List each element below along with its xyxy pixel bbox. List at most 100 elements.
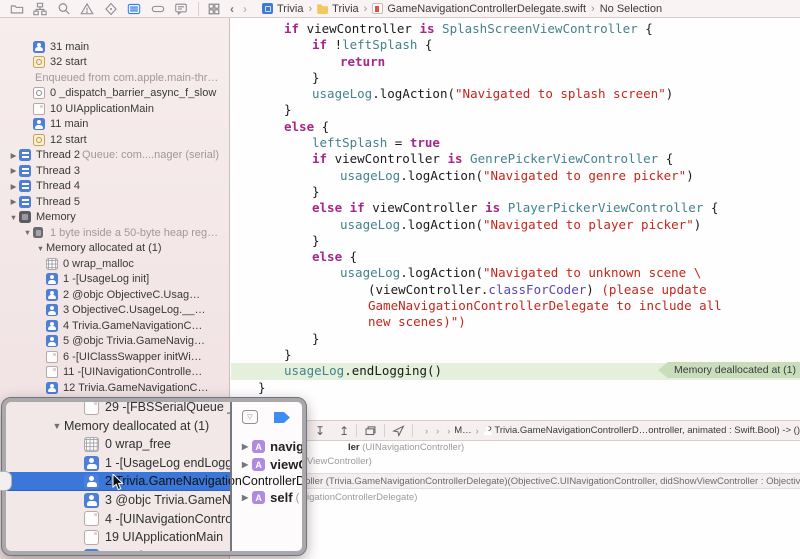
jump-bar-memory-item[interactable]: M… <box>454 425 471 436</box>
deallocated-frame-row[interactable]: 3 @objc Trivia.GameNavig… <box>6 491 230 510</box>
debug-navigator-row[interactable]: 1 -[UsageLog init] <box>0 272 229 288</box>
frame-label: Thread 4 <box>36 180 80 192</box>
project-navigator-icon[interactable] <box>9 1 24 16</box>
debug-navigator-row[interactable]: 12 start <box>0 132 229 148</box>
debug-navigator-icon[interactable] <box>127 1 142 16</box>
frame-label: 5 @objc Trivia.GameNavig… <box>63 335 205 347</box>
frame-sublabel: Enqueued from com.apple.main-thr… <box>35 72 218 84</box>
frame-label: 10 UIApplicationMain <box>50 103 154 115</box>
debug-navigator-row[interactable]: 31 main <box>0 39 229 55</box>
deallocated-frame-row[interactable]: 19 UIApplicationMain <box>6 528 230 547</box>
frame-icon <box>46 258 58 270</box>
magnified-variable-row[interactable]: ▶Aself( <box>242 490 299 505</box>
report-navigator-icon[interactable] <box>174 1 189 16</box>
memory-annotation[interactable]: Memory deallocated at (1) <box>658 362 800 378</box>
disclosure-triangle-icon[interactable]: ▼ <box>22 228 33 237</box>
frame-icon <box>19 196 31 208</box>
debug-navigator-row[interactable]: 12 Trivia.GameNavigationC… <box>0 380 229 396</box>
debug-navigator-row[interactable]: 4 Trivia.GameNavigationC… <box>0 318 229 334</box>
debug-navigator-row[interactable]: Enqueued from com.apple.main-thr… <box>0 70 229 86</box>
frame-icon <box>19 180 31 192</box>
code-line: if viewController is GenrePickerViewCont… <box>231 151 800 167</box>
debug-navigator-row[interactable]: ▼ 1 byte inside a 50-byte heap reg… <box>0 225 229 241</box>
breadcrumb-label: Trivia <box>332 3 358 15</box>
breadcrumb-item[interactable]: GameNavigationControllerDelegate.swift › <box>372 3 599 15</box>
debug-navigator-row[interactable]: ▶ Thread 3 <box>0 163 229 179</box>
step-into-button[interactable]: ↧ <box>315 425 325 437</box>
deallocated-frame-row[interactable]: 1 -[UsageLog endLogging] <box>6 454 230 473</box>
back-button[interactable]: ‹ <box>230 3 234 15</box>
variable-row[interactable]: igationControllerDelegate) <box>307 492 417 503</box>
simulate-location-icon[interactable] <box>392 424 405 437</box>
debug-navigator-row[interactable]: 2 @objc ObjectiveC.Usag… <box>0 287 229 303</box>
breadcrumb-item[interactable]: Trivia › <box>262 3 317 15</box>
debug-navigator-row[interactable]: ▼ Memory <box>0 210 229 226</box>
disclosure-triangle-icon[interactable]: ▶ <box>8 151 19 160</box>
symbol-navigator-icon[interactable] <box>33 1 48 16</box>
flag-icon[interactable] <box>274 412 290 423</box>
frame-icon <box>46 351 58 363</box>
find-navigator-icon[interactable] <box>56 1 71 16</box>
frame-label: 29 -[FBSSerialQueue _perf… <box>105 400 230 414</box>
deallocated-frame-row[interactable]: 29 -[FBSSerialQueue _perf… <box>6 398 230 417</box>
variable-type-icon: A <box>252 491 265 504</box>
issue-navigator-icon[interactable] <box>80 1 95 16</box>
code-line: usageLog.logAction("Navigated to genre p… <box>231 168 800 184</box>
debug-navigator-row[interactable]: ▶ Thread 2 Queue: com....nager (serial) <box>0 148 229 164</box>
related-items-icon[interactable] <box>206 1 221 16</box>
disclosure-triangle-icon[interactable]: ▶ <box>242 460 248 469</box>
variable-type-icon: A <box>252 440 265 453</box>
breadcrumb-label: GameNavigationControllerDelegate.swift <box>387 3 586 15</box>
breadcrumb-item[interactable]: No Selection › <box>600 3 662 15</box>
variable-type-icon: A <box>252 458 265 471</box>
disclosure-triangle-icon[interactable]: ▶ <box>242 442 248 451</box>
disclosure-triangle-icon[interactable]: ▼ <box>8 213 19 222</box>
frame-icon <box>19 165 31 177</box>
breadcrumb: Trivia › Trivia › GameNavigationControll… <box>262 3 662 15</box>
debug-navigator-row[interactable]: ▶ Thread 4 <box>0 179 229 195</box>
frame-label: 12 Trivia.GameNavigationC… <box>63 382 209 394</box>
debug-navigator-row[interactable]: 3 ObjectiveC.UsageLog.__… <box>0 303 229 319</box>
current-frame-label[interactable]: 2 Trivia.GameNavigationControllerD…ontro… <box>487 425 800 436</box>
variable-name: viewC <box>270 457 306 472</box>
debug-navigator-row[interactable]: 5 @objc Trivia.GameNavig… <box>0 334 229 350</box>
debug-navigator-row[interactable]: ▼ Memory allocated at (1) <box>0 241 229 257</box>
frame-icon <box>33 87 45 99</box>
debug-navigator-row[interactable]: 6 -[UIClassSwapper initWi… <box>0 349 229 365</box>
magnified-variable-row[interactable]: ▶Anavig <box>242 439 304 454</box>
frame-label: Memory allocated at (1) <box>46 242 162 254</box>
view-debugger-icon[interactable] <box>364 424 377 437</box>
frame-label: 2 Trivia.GameNavigationControllerDelegat… <box>105 474 306 488</box>
code-line: else { <box>231 119 800 135</box>
debug-navigator-row[interactable]: ▶ Thread 5 <box>0 194 229 210</box>
code-editor[interactable]: if viewController is SplashScreenViewCon… <box>231 18 800 420</box>
disclosure-triangle-icon[interactable]: ▼ <box>35 244 46 253</box>
disclosure-triangle-icon[interactable]: ▶ <box>8 166 19 175</box>
scope-selector-icon[interactable]: ▽ <box>242 410 258 424</box>
breadcrumb-item[interactable]: Trivia › <box>317 3 372 15</box>
disclosure-triangle-icon[interactable]: ▶ <box>8 182 19 191</box>
deallocated-frame-row[interactable]: 20 main <box>6 547 230 555</box>
magnified-variable-row[interactable]: ▶ AviewC <box>242 457 306 472</box>
debug-navigator-row[interactable]: 11 main <box>0 117 229 133</box>
deallocated-frame-row[interactable]: ▼ Memory deallocated at (1) <box>6 417 230 436</box>
debug-navigator-row[interactable]: 0 wrap_malloc <box>0 256 229 272</box>
debug-navigator-row[interactable]: 0 _dispatch_barrier_async_f_slow <box>0 86 229 102</box>
variable-row[interactable]: ViewController) <box>307 456 372 467</box>
disclosure-triangle-icon[interactable]: ▶ <box>242 493 248 502</box>
variable-row[interactable]: ler (UINavigationController) <box>348 442 464 453</box>
test-navigator-icon[interactable] <box>103 1 118 16</box>
disclosure-triangle-icon[interactable]: ▼ <box>50 421 64 431</box>
breakpoint-navigator-icon[interactable] <box>150 1 165 16</box>
debug-navigator-row[interactable]: 11 -[UINavigationControlle… <box>0 365 229 381</box>
frame-label: 6 -[UIClassSwapper initWi… <box>63 351 202 363</box>
disclosure-triangle-icon[interactable]: ▶ <box>8 197 19 206</box>
forward-button[interactable]: › <box>243 3 247 15</box>
deallocated-frame-row[interactable]: 0 wrap_free <box>6 435 230 454</box>
frame-label: 31 main <box>50 41 89 53</box>
code-line: if !leftSplash { <box>231 37 800 53</box>
debug-navigator-row[interactable]: 32 start <box>0 55 229 71</box>
deallocated-frame-row[interactable]: 4 -[UINavigationController… <box>6 510 230 529</box>
debug-navigator-row[interactable]: 10 UIApplicationMain <box>0 101 229 117</box>
step-out-button[interactable]: ↥ <box>339 425 349 437</box>
